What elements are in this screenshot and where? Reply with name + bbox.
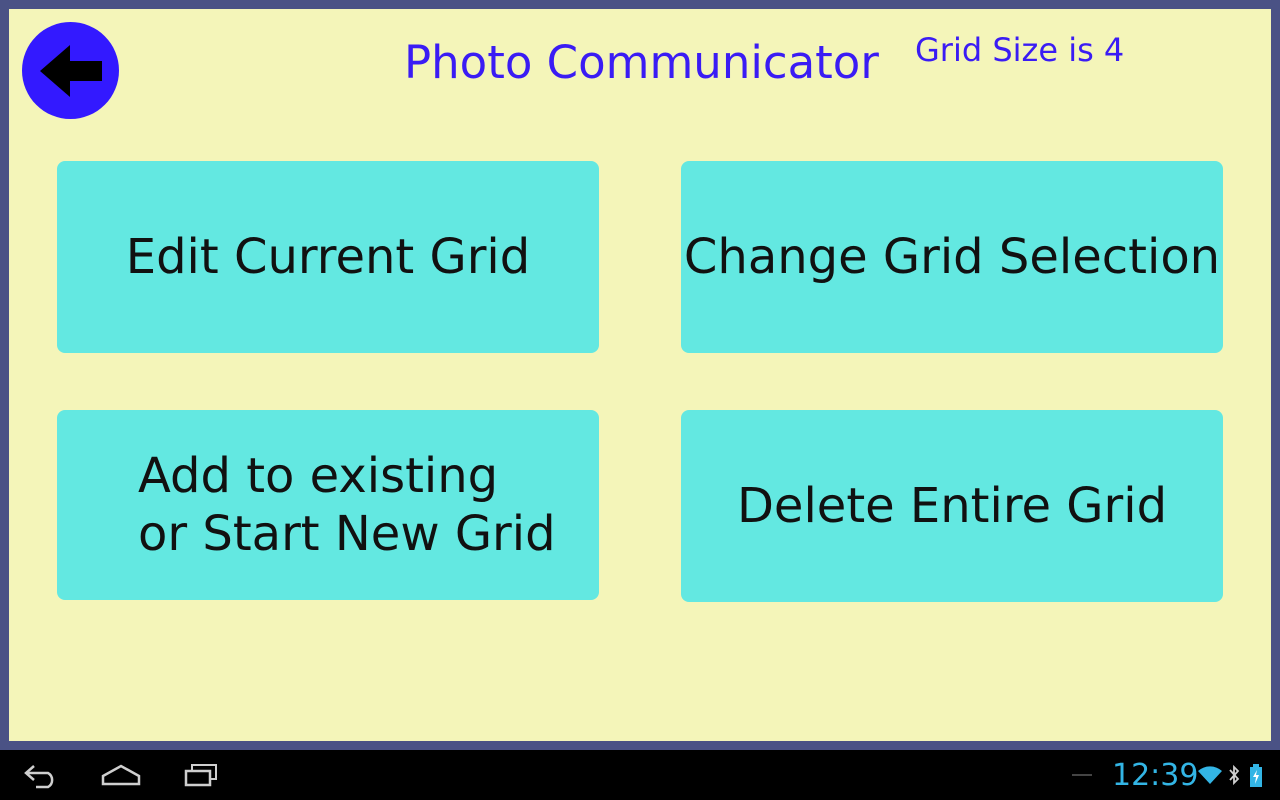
app-screen: Photo Communicator Grid Size is 4 Edit C…: [9, 9, 1271, 741]
home-icon[interactable]: [100, 760, 142, 790]
add-or-start-new-grid-label: Add to existing or Start New Grid: [138, 448, 556, 562]
edit-current-grid-button[interactable]: Edit Current Grid: [57, 161, 599, 353]
change-grid-selection-label: Change Grid Selection: [683, 229, 1221, 285]
delete-entire-grid-label: Delete Entire Grid: [736, 478, 1168, 534]
battery-icon: [1250, 764, 1262, 787]
change-grid-selection-button[interactable]: Change Grid Selection: [681, 161, 1223, 353]
arrow-left-icon: [39, 44, 102, 97]
back-icon[interactable]: [22, 760, 60, 790]
add-or-start-new-grid-button[interactable]: Add to existing or Start New Grid: [57, 410, 599, 600]
recent-apps-icon[interactable]: [182, 760, 220, 790]
bluetooth-icon: [1229, 764, 1240, 786]
system-navigation-bar: 12:39: [0, 750, 1280, 800]
app-title: Photo Communicator: [404, 36, 879, 89]
back-button[interactable]: [22, 22, 119, 119]
notification-dash-icon: [1072, 774, 1092, 776]
delete-entire-grid-button[interactable]: Delete Entire Grid: [681, 410, 1223, 602]
status-clock: 12:39: [1112, 758, 1199, 793]
edit-current-grid-label: Edit Current Grid: [125, 229, 531, 285]
grid-size-label: Grid Size is 4: [915, 31, 1125, 69]
wifi-icon: [1198, 766, 1222, 784]
